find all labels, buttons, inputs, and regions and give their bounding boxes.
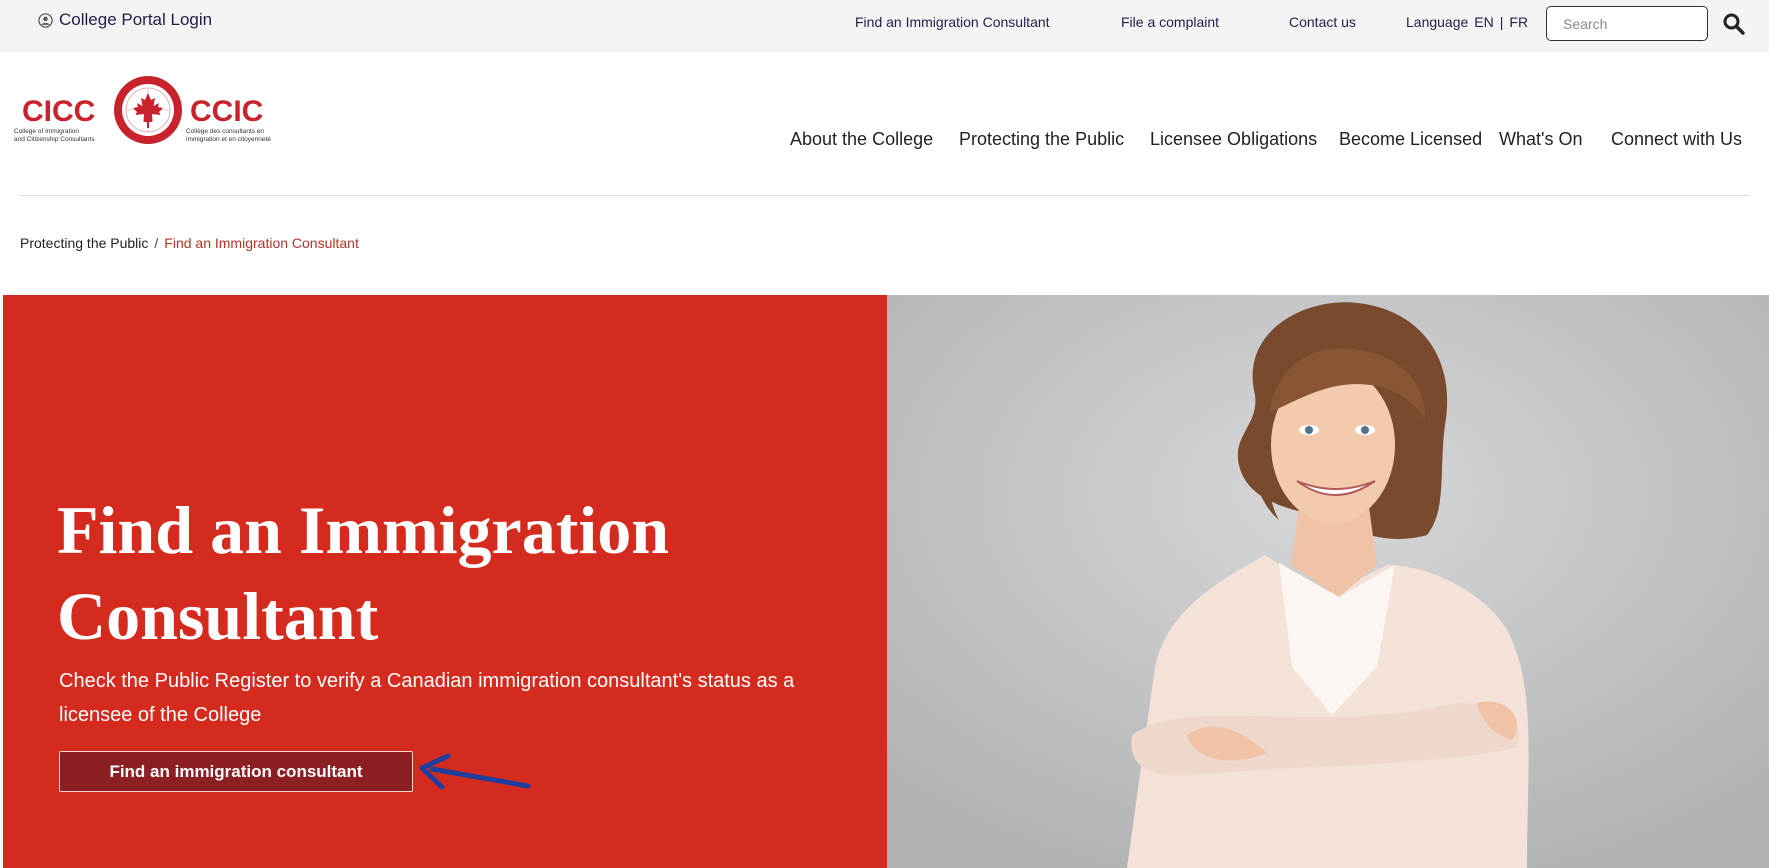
top-link-contact-us[interactable]: Contact us xyxy=(1289,14,1356,30)
nav-become-licensed[interactable]: Become Licensed xyxy=(1339,129,1482,150)
top-link-find-consultant[interactable]: Find an Immigration Consultant xyxy=(855,14,1050,30)
svg-text:Collège des consultants en: Collège des consultants en xyxy=(186,128,264,135)
top-link-file-complaint[interactable]: File a complaint xyxy=(1121,14,1219,30)
hero-title-line-2: Consultant xyxy=(57,578,379,654)
svg-text:CCIC: CCIC xyxy=(190,95,263,128)
nav-about-the-college[interactable]: About the College xyxy=(790,129,933,150)
nav-protecting-the-public[interactable]: Protecting the Public xyxy=(959,129,1124,150)
hero-photo xyxy=(887,295,1769,868)
breadcrumb: Protecting the Public / Find an Immigrat… xyxy=(20,235,359,251)
user-circle-icon xyxy=(38,12,53,28)
breadcrumb-parent-link[interactable]: Protecting the Public xyxy=(20,235,148,251)
hero-title: Find an Immigration Consultant xyxy=(57,487,817,659)
consultant-portrait-image xyxy=(887,295,1769,868)
svg-text:CICC: CICC xyxy=(22,95,95,128)
hero-subtitle: Check the Public Register to verify a Ca… xyxy=(59,664,819,732)
search-icon[interactable] xyxy=(1722,12,1746,36)
language-label: Language xyxy=(1406,14,1469,30)
language-fr-link[interactable]: FR xyxy=(1509,14,1528,30)
header-divider xyxy=(20,195,1750,196)
language-separator: | xyxy=(1499,14,1504,30)
hero-subtitle-line-2: licensee of the College xyxy=(59,704,262,726)
breadcrumb-separator: / xyxy=(154,235,159,251)
hero-title-line-1: Find an Immigration xyxy=(57,492,670,568)
college-portal-login-label: College Portal Login xyxy=(59,10,213,29)
nav-whats-on[interactable]: What's On xyxy=(1499,129,1582,150)
cicc-logo[interactable]: CICC CCIC College of Immigration and Cit… xyxy=(14,72,289,158)
language-switcher: Language EN | FR xyxy=(1406,14,1528,30)
hero-subtitle-line-1: Check the Public Register to verify a Ca… xyxy=(59,670,795,692)
language-en-link[interactable]: EN xyxy=(1474,14,1493,30)
search-input[interactable] xyxy=(1546,6,1708,41)
utility-bar: College Portal Login Find an Immigration… xyxy=(0,0,1769,52)
svg-text:immigration et en citoyenneté: immigration et en citoyenneté xyxy=(186,136,271,143)
svg-text:College of Immigration: College of Immigration xyxy=(14,128,79,135)
find-consultant-button[interactable]: Find an immigration consultant xyxy=(59,751,413,792)
college-portal-login-link[interactable]: College Portal Login xyxy=(38,10,212,30)
nav-licensee-obligations[interactable]: Licensee Obligations xyxy=(1150,129,1317,150)
breadcrumb-current: Find an Immigration Consultant xyxy=(164,235,359,251)
arrow-annotation-icon xyxy=(419,753,531,790)
nav-connect-with-us[interactable]: Connect with Us xyxy=(1611,129,1742,150)
svg-text:and Citizenship Consultants: and Citizenship Consultants xyxy=(14,136,95,143)
